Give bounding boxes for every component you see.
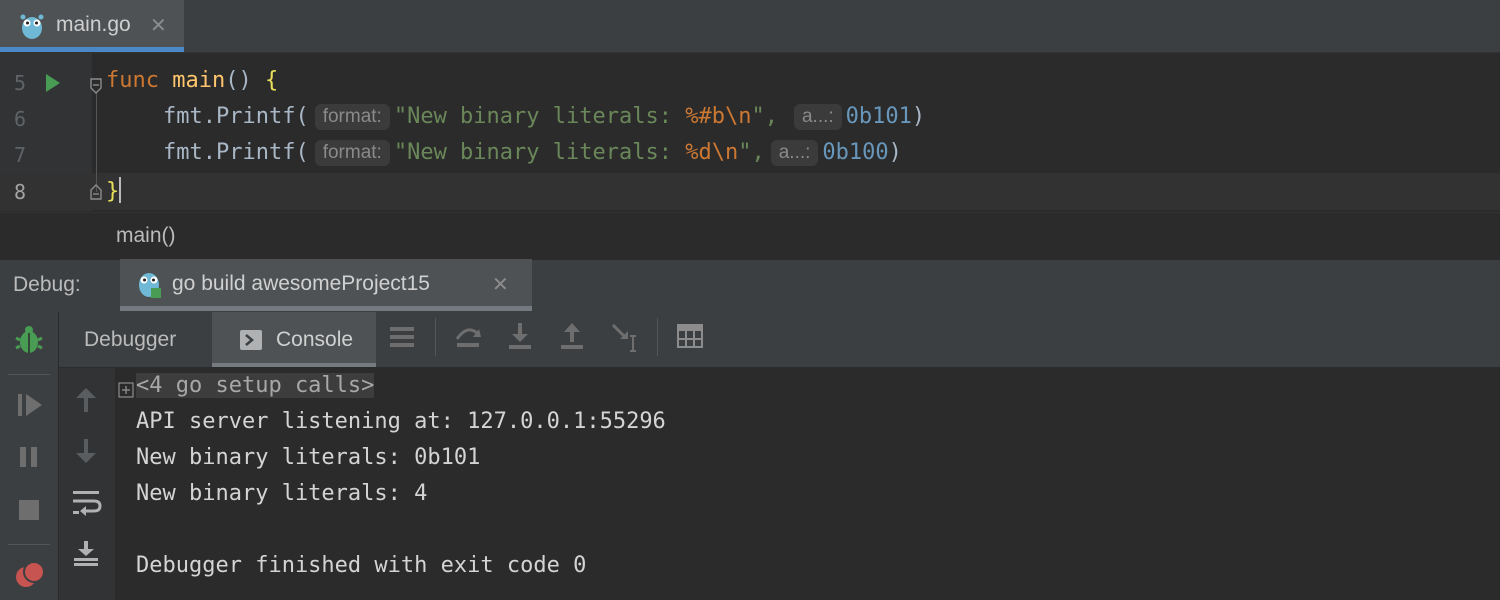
- string-end: ",: [738, 140, 765, 165]
- pause-icon[interactable]: [18, 446, 40, 468]
- run-tab-close-icon[interactable]: ✕: [492, 272, 509, 297]
- breadcrumb-bar: [0, 212, 1500, 259]
- call-expr: fmt.Printf(: [163, 104, 309, 129]
- current-line-highlight: [0, 173, 1500, 210]
- code-line-7: fmt.Printf(format: "New binary literals: …: [163, 140, 902, 166]
- run-config-tab[interactable]: go build awesomeProject15 ✕: [120, 259, 532, 311]
- param-hint: a...:: [793, 104, 842, 130]
- fold-icon[interactable]: [88, 78, 104, 94]
- call-expr: fmt.Printf(: [163, 140, 309, 165]
- fold-end-icon[interactable]: [88, 184, 104, 200]
- number-literal: 0b101: [845, 104, 912, 129]
- toolbar-separator: [657, 318, 658, 356]
- paren-close: ): [911, 104, 926, 129]
- step-out-icon[interactable]: [558, 322, 586, 350]
- bug-icon[interactable]: [14, 324, 44, 356]
- text-caret: [119, 177, 122, 203]
- line-number: 6: [13, 107, 26, 131]
- tab-debugger-label: Debugger: [84, 328, 177, 351]
- number-literal: 0b100: [822, 140, 889, 165]
- gopher-icon: [20, 14, 44, 39]
- evaluate-expression-icon[interactable]: [677, 324, 703, 348]
- line-number: 7: [13, 143, 26, 167]
- line-number: 5: [13, 71, 26, 95]
- string-end: ",: [751, 104, 778, 129]
- console-line: New binary literals: 0b101: [136, 445, 481, 470]
- show-execution-point-icon[interactable]: [389, 325, 415, 349]
- brace-close: }: [106, 179, 120, 204]
- param-hint: format:: [314, 140, 390, 166]
- run-tab-label: go build awesomeProject15: [172, 272, 430, 295]
- param-hint: a...:: [770, 140, 819, 166]
- tab-close-icon[interactable]: ✕: [150, 13, 167, 38]
- step-over-icon[interactable]: [454, 323, 482, 349]
- toolbar-separator: [8, 544, 50, 545]
- paren-close: ): [888, 140, 902, 165]
- param-hint: format:: [314, 104, 390, 130]
- parens: (): [225, 68, 265, 93]
- scroll-to-end-icon[interactable]: [72, 540, 100, 566]
- function-name: main: [172, 68, 226, 93]
- tab-debugger[interactable]: Debugger: [60, 312, 210, 367]
- folded-setup-calls[interactable]: <4 go setup calls>: [136, 373, 375, 398]
- view-breakpoints-icon[interactable]: [14, 560, 46, 590]
- debug-label: Debug:: [13, 273, 81, 296]
- code-line-6: fmt.Printf(format: "New binary literals: …: [163, 104, 925, 130]
- format-verb: %d\n: [685, 140, 739, 165]
- string-literal: "New binary literals:: [393, 140, 686, 165]
- active-tab-indicator: [0, 47, 184, 52]
- down-arrow-icon[interactable]: [74, 437, 98, 465]
- active-tab-indicator: [120, 306, 532, 311]
- format-verb: %#b\n: [685, 104, 752, 129]
- code-line-8: }: [106, 177, 122, 204]
- console-line: Debugger finished with exit code 0: [136, 553, 587, 578]
- tab-main-go[interactable]: main.go ✕: [0, 0, 184, 52]
- console-line: <4 go setup calls>: [136, 373, 375, 398]
- tab-console[interactable]: Console: [212, 312, 376, 367]
- toolbar-separator: [8, 374, 50, 375]
- active-tab-indicator: [212, 363, 376, 367]
- console-icon: [240, 330, 262, 350]
- console-line: New binary literals: 4: [136, 481, 428, 506]
- brace-open: {: [264, 68, 279, 93]
- line-number: 8: [13, 180, 26, 204]
- up-arrow-icon[interactable]: [74, 386, 98, 414]
- code-line-5: func main() {: [106, 68, 278, 93]
- tab-filename: main.go: [56, 13, 131, 36]
- tab-console-label: Console: [276, 328, 354, 351]
- console-line: API server listening at: 127.0.0.1:55296: [136, 409, 666, 434]
- toolbar-separator: [435, 318, 436, 356]
- breadcrumb[interactable]: main(): [116, 224, 176, 248]
- stop-icon[interactable]: [18, 499, 40, 521]
- expand-icon[interactable]: [118, 382, 134, 398]
- keyword: func: [106, 68, 159, 93]
- step-into-icon[interactable]: [506, 322, 534, 350]
- fold-guide: [96, 92, 97, 192]
- editor-tab-bar: [0, 0, 1500, 53]
- resume-icon[interactable]: [16, 392, 44, 418]
- string-literal: "New binary literals:: [393, 104, 686, 129]
- run-to-cursor-icon[interactable]: [610, 322, 640, 352]
- run-gutter-icon[interactable]: [44, 73, 62, 93]
- go-debug-icon: [139, 273, 161, 298]
- soft-wrap-icon[interactable]: [72, 489, 102, 517]
